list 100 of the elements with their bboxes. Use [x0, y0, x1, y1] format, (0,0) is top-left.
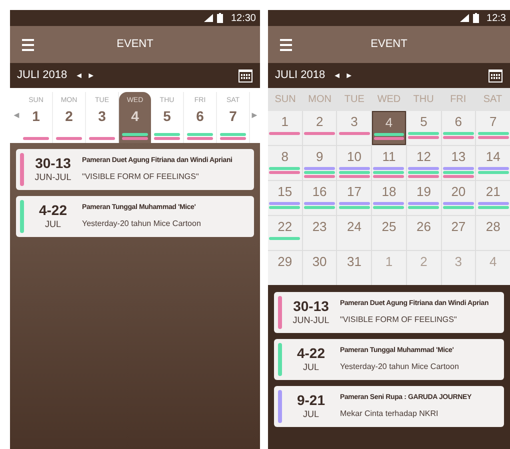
calendar-day[interactable]: 1	[372, 251, 406, 285]
calendar-day[interactable]: 17	[337, 181, 372, 215]
calendar-icon[interactable]	[238, 68, 253, 83]
event-months: JUN-JUL	[34, 170, 72, 184]
weekday-label: TUE	[343, 93, 366, 107]
battery-icon	[472, 13, 479, 23]
day-number: 28	[486, 219, 500, 234]
day-number: 16	[312, 184, 327, 199]
month-label: JULI 2018	[17, 68, 68, 84]
day-number: 26	[416, 219, 431, 234]
calendar-day[interactable]: 19	[406, 181, 441, 215]
calendar-day[interactable]: 31	[337, 251, 372, 285]
next-month-button[interactable]: ►	[345, 70, 353, 82]
day-number: 8	[281, 149, 288, 164]
day-number: 17	[347, 184, 362, 199]
weekday-label: MON	[307, 93, 333, 107]
calendar-day[interactable]: 29	[268, 251, 302, 285]
event-subtitle: Yesterday-20 tahun Mice Cartoon	[340, 360, 459, 373]
calendar-day[interactable]: 27	[442, 216, 476, 250]
calendar-day[interactable]: 2	[302, 111, 336, 145]
day-number: 24	[347, 219, 362, 234]
previous-month-button[interactable]: ◄	[75, 70, 84, 82]
weekday-label: SAT	[482, 93, 504, 107]
day-number: 2	[420, 254, 428, 269]
calendar-day[interactable]: 22	[268, 216, 302, 250]
calendar-day[interactable]: 4	[372, 111, 406, 145]
day-number: 21	[486, 184, 500, 199]
next-week-button[interactable]: ►	[250, 108, 258, 122]
day-number: 6	[196, 107, 204, 125]
calendar-day[interactable]: 25	[372, 216, 406, 250]
event-months: JUL	[44, 218, 61, 231]
calendar-day[interactable]: 12	[406, 146, 441, 180]
previous-week-button[interactable]: ◄	[12, 108, 20, 122]
calendar-day[interactable]: 20	[442, 181, 476, 215]
day-number: 5	[163, 107, 171, 125]
day-number: 4	[490, 254, 497, 269]
clock-time: 12:30	[230, 12, 256, 26]
event-date: 4-22	[296, 344, 326, 361]
day-number: 10	[347, 149, 362, 164]
day-number: 18	[382, 184, 396, 199]
calendar-day[interactable]: 15	[268, 181, 302, 215]
calendar-day[interactable]: 24	[337, 216, 372, 250]
calendar-day[interactable]: 10	[337, 146, 372, 180]
calendar-day[interactable]: 1	[268, 111, 302, 145]
weekday-label: WED	[376, 93, 402, 107]
day-number: 25	[382, 219, 396, 234]
event-subtitle: Yesterday-20 tahun Mice Cartoon	[82, 218, 201, 230]
event-date: 9-21	[296, 392, 326, 408]
day-number: 2	[65, 107, 73, 125]
menu-icon[interactable]	[22, 38, 34, 50]
battery-icon	[216, 13, 223, 23]
next-month-button[interactable]: ►	[87, 70, 95, 82]
weekday-label: SUN	[274, 93, 297, 107]
day-number: 12	[416, 149, 431, 164]
calendar-day[interactable]: 18	[372, 181, 406, 215]
previous-month-button[interactable]: ◄	[333, 70, 342, 82]
event-date: 30-13	[293, 298, 329, 314]
calendar-icon[interactable]	[488, 68, 503, 83]
weekday-label: FRI	[449, 93, 468, 107]
calendar-day[interactable]: 14	[476, 146, 510, 180]
calendar-day[interactable]: 30	[302, 251, 336, 285]
calendar-day[interactable]: 28	[476, 216, 510, 250]
day-number: 11	[382, 149, 396, 164]
weekday-label: THU	[412, 93, 435, 107]
calendar-day[interactable]: 21	[476, 181, 510, 215]
day-number: 23	[312, 219, 327, 234]
calendar-day[interactable]: 23	[302, 216, 336, 250]
calendar-day[interactable]: 11	[372, 146, 406, 180]
month-label: JULI 2018	[275, 68, 326, 84]
day-number: 1	[385, 254, 393, 269]
calendar-day[interactable]: 7	[476, 111, 510, 145]
calendar-day[interactable]: 3	[442, 251, 476, 285]
day-number: 30	[312, 254, 327, 269]
day-number: 31	[347, 254, 362, 269]
day-number: 1	[32, 107, 40, 125]
calendar-day[interactable]: 8	[268, 146, 302, 180]
calendar-day[interactable]: 6	[442, 111, 476, 145]
event-months: JUL	[302, 408, 319, 421]
calendar-day[interactable]: 2	[406, 251, 441, 285]
toolbar-title: EVENT	[116, 37, 154, 52]
calendar-day[interactable]: 4	[476, 251, 510, 285]
calendar-day[interactable]: 9	[302, 146, 336, 180]
calendar-day[interactable]: 13	[442, 146, 476, 180]
event-date: 4-22	[38, 202, 68, 218]
day-number: 1	[281, 114, 288, 129]
menu-icon[interactable]	[280, 38, 292, 50]
day-number: 9	[316, 149, 324, 164]
calendar-day[interactable]: 26	[406, 216, 441, 250]
day-number: 27	[451, 219, 466, 234]
signal-icon	[204, 14, 213, 22]
signal-icon	[460, 14, 469, 22]
day-number: 15	[278, 184, 292, 199]
calendar-day[interactable]: 16	[302, 181, 336, 215]
day-number: 3	[454, 254, 462, 269]
day-number: 2	[316, 114, 324, 129]
event-subtitle: "VISIBLE FORM OF FEELINGS"	[340, 314, 458, 326]
event-subtitle: Mekar Cinta terhadap NKRI	[340, 408, 440, 420]
calendar-day[interactable]: 3	[337, 111, 372, 145]
calendar-day[interactable]: 5	[406, 111, 441, 145]
day-number: 6	[454, 114, 462, 129]
